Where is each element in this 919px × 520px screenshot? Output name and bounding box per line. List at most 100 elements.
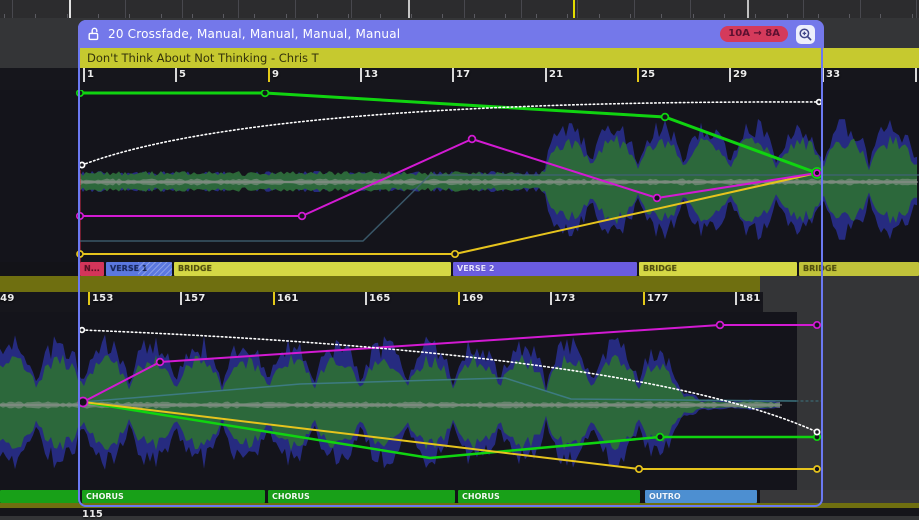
overview-minor-tick	[661, 14, 662, 18]
ruler-tick-accent	[273, 292, 275, 305]
ruler-label: 177	[647, 293, 668, 304]
overview-playhead-tick	[573, 0, 575, 18]
automation-node[interactable]	[77, 213, 83, 219]
overview-grid-tick	[464, 0, 465, 18]
ruler-label: 161	[277, 293, 298, 304]
track1-title: Don't Think About Not Thinking - Chris T	[80, 48, 919, 68]
overview-minor-tick	[442, 14, 443, 18]
automation-node[interactable]	[77, 251, 83, 257]
automation-node[interactable]	[662, 114, 669, 121]
ruler-tick-accent	[458, 292, 460, 305]
automation-node[interactable]	[814, 429, 819, 434]
automation-node[interactable]	[452, 251, 458, 257]
ruler-label: 25	[641, 69, 655, 80]
overview-grid-tick	[295, 0, 296, 18]
section-chip[interactable]: BRIDGE	[174, 262, 451, 276]
ruler-label: 165	[369, 293, 390, 304]
overview-minor-tick	[161, 14, 162, 18]
section-chip[interactable]: BRIDGE	[639, 262, 797, 276]
ruler-label: 1	[87, 69, 94, 80]
ruler-label: 17	[456, 69, 470, 80]
ruler-tick-accent	[643, 292, 645, 305]
overview-minor-tick	[348, 14, 349, 18]
automation-node[interactable]	[636, 466, 642, 472]
track2-title-bar[interactable]	[0, 276, 760, 292]
automation-node[interactable]	[79, 398, 88, 407]
ruler-tick	[735, 292, 737, 305]
section-chip[interactable]: OUTRO	[645, 490, 757, 503]
overview-minor-tick	[505, 14, 506, 18]
ruler-label: 157	[184, 293, 205, 304]
ruler-tick	[83, 68, 85, 82]
section-chip[interactable]: VERSE 2	[453, 262, 637, 276]
overview-minor-tick	[380, 14, 381, 18]
ruler-tick	[452, 68, 454, 82]
overview-minor-tick	[317, 14, 318, 18]
overview-minor-tick	[849, 14, 850, 18]
crossfade-header[interactable]: 20 Crossfade, Manual, Manual, Manual, Ma…	[78, 20, 824, 48]
overview-minor-tick	[880, 14, 881, 18]
ruler-label: 181	[739, 293, 760, 304]
ruler-tick-accent	[637, 68, 639, 82]
track1-bar-ruler[interactable]: 159131721252933	[0, 68, 919, 90]
overview-grid-tick	[182, 0, 183, 18]
ruler-tick	[915, 68, 917, 82]
overview-grid-tick	[860, 0, 861, 18]
section-chip[interactable]: BRIDGE	[799, 262, 919, 276]
zoom-in-button[interactable]	[796, 25, 815, 44]
overview-grid-tick	[577, 0, 578, 18]
track2-waveform-area[interactable]	[0, 312, 919, 490]
section-chip[interactable]: N...	[80, 262, 104, 276]
overview-minor-tick	[129, 14, 130, 18]
overview-minor-tick	[912, 14, 913, 18]
track2-bar-ruler[interactable]: 149153157161165169173177181	[0, 292, 763, 312]
track1-waveform-area[interactable]	[0, 90, 919, 262]
ruler-tick	[360, 68, 362, 82]
overview-minor-tick	[536, 14, 537, 18]
automation-node[interactable]	[654, 195, 661, 202]
overview-minor-tick	[67, 14, 68, 18]
automation-node[interactable]	[77, 90, 83, 96]
automation-node[interactable]	[814, 322, 820, 328]
automation-node[interactable]	[79, 162, 84, 167]
section-chip[interactable]: CHORUS	[458, 490, 640, 503]
ruler-tick	[365, 292, 367, 305]
ruler-label: 29	[733, 69, 747, 80]
automation-node[interactable]	[817, 100, 822, 105]
section-chip[interactable]: CHORUS	[82, 490, 265, 503]
overview-major-tick	[408, 0, 410, 18]
track1-title-bar[interactable]: Don't Think About Not Thinking - Chris T	[80, 48, 919, 68]
overview-minor-tick	[818, 14, 819, 18]
overview-minor-tick	[411, 14, 412, 18]
next-track-ruler-label: 115	[82, 509, 103, 520]
overview-minor-tick	[787, 14, 788, 18]
overview-grid-tick	[12, 0, 13, 18]
automation-node[interactable]	[657, 434, 664, 441]
ruler-label: 9	[272, 69, 279, 80]
overview-minor-tick	[286, 14, 287, 18]
ruler-label: 21	[549, 69, 563, 80]
automation-node[interactable]	[80, 328, 85, 333]
ruler-label: 169	[462, 293, 483, 304]
automation-node[interactable]	[157, 359, 164, 366]
automation-node[interactable]	[814, 170, 820, 176]
lock-open-icon[interactable]	[87, 27, 100, 41]
dj-timeline-screen: { "page": { "bg": "#343537", "top_strip_…	[0, 0, 919, 516]
automation-node[interactable]	[814, 466, 820, 472]
next-track-ruler[interactable]: 115	[0, 508, 919, 516]
overview-minor-tick	[693, 14, 694, 18]
automation-node[interactable]	[469, 136, 476, 143]
overview-minor-tick	[254, 14, 255, 18]
section-chip[interactable]: VERSE 1	[106, 262, 172, 276]
ruler-tick	[175, 68, 177, 82]
automation-node[interactable]	[262, 90, 269, 96]
mix-overview-ruler[interactable]	[0, 0, 919, 18]
ruler-tick-accent	[88, 292, 90, 305]
section-chip[interactable]: CHORUS	[268, 490, 455, 503]
overview-grid-tick	[238, 0, 239, 18]
overview-major-tick	[69, 0, 71, 18]
ruler-label: 13	[364, 69, 378, 80]
section-chip[interactable]	[0, 490, 79, 503]
automation-node[interactable]	[299, 213, 306, 220]
automation-node[interactable]	[717, 322, 724, 329]
